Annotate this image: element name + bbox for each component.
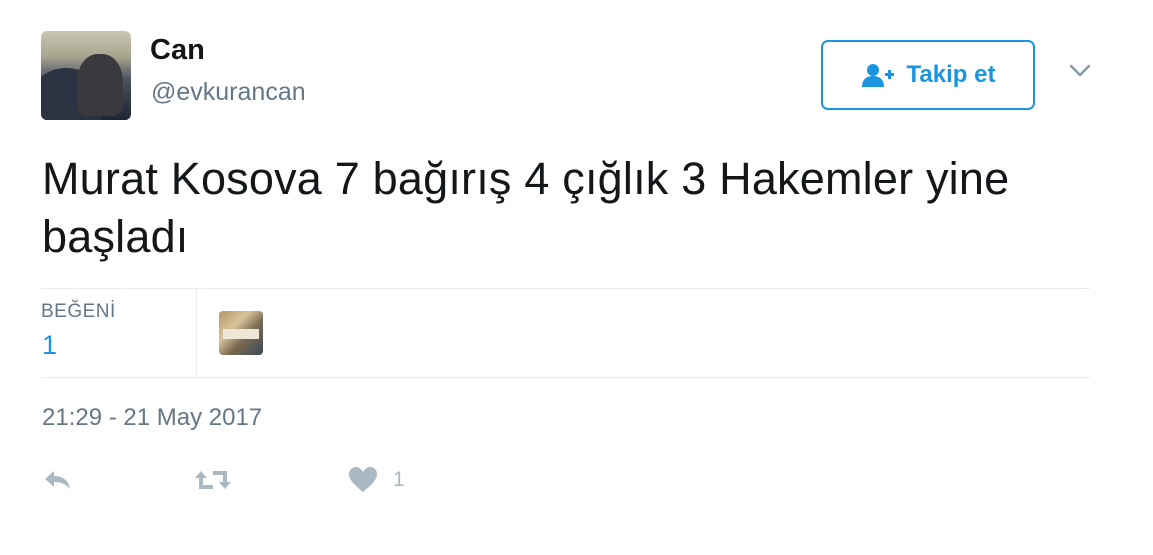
heart-icon (349, 467, 377, 492)
tweet-timestamp[interactable]: 21:29 - 21 May 2017 (42, 404, 262, 432)
tweet-stats: BEĞENİ 1 (41, 288, 1090, 378)
likes-label: BEĞENİ (41, 301, 116, 322)
tweet-actions: 1 (0, 460, 1153, 500)
reply-icon (45, 471, 70, 489)
avatar-figure-shape (77, 54, 123, 116)
liker-avatar[interactable] (219, 311, 263, 355)
like-count: 1 (393, 468, 405, 491)
retweet-icon (195, 471, 231, 489)
user-display-name[interactable]: Can (150, 34, 205, 67)
follow-button[interactable]: Takip et (821, 40, 1035, 110)
likes-count[interactable]: 1 (42, 330, 57, 361)
tweet-text: Murat Kosova 7 bağırış 4 çığlık 3 Hakeml… (42, 153, 1010, 262)
follow-button-label: Takip et (906, 61, 996, 88)
chevron-down-icon[interactable] (1068, 62, 1092, 80)
liker-avatar-shape (223, 329, 259, 339)
like-button[interactable]: 1 (347, 460, 405, 500)
reply-button[interactable] (42, 460, 74, 500)
user-avatar[interactable] (41, 31, 131, 120)
user-handle[interactable]: @evkurancan (151, 78, 306, 107)
likes-stat[interactable]: BEĞENİ 1 (41, 289, 197, 377)
add-user-icon (861, 64, 894, 87)
retweet-button[interactable] (193, 460, 233, 500)
